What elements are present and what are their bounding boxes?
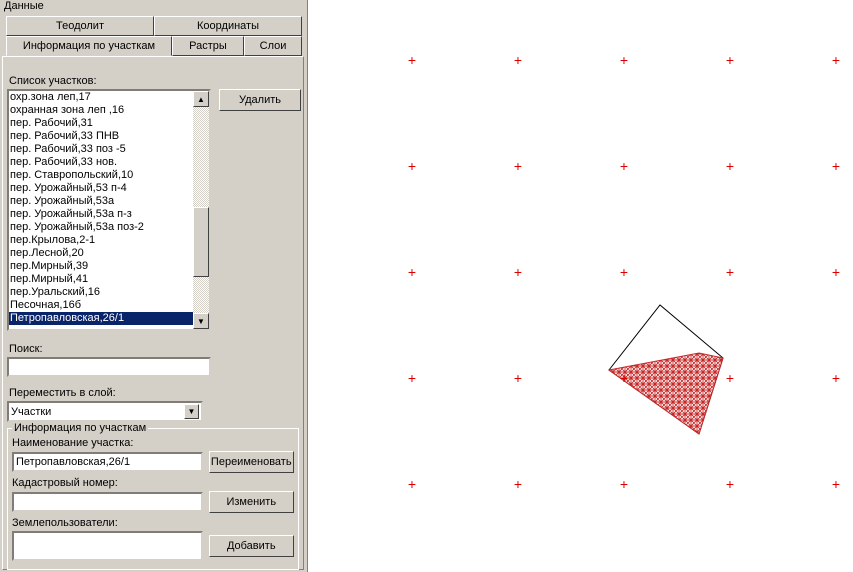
list-item[interactable]: пер. Рабочий,31: [9, 117, 193, 130]
list-item[interactable]: пер.Лесной,20: [9, 247, 193, 260]
list-item[interactable]: пер. Ставропольский,10: [9, 169, 193, 182]
parcel-polygon[interactable]: [595, 300, 727, 440]
rename-button[interactable]: Переименовать: [209, 451, 294, 473]
side-panel: Данные Теодолит Координаты Информация по…: [0, 0, 308, 572]
list-item[interactable]: пер. Урожайный,53 п-4: [9, 182, 193, 195]
tab-bar-top: Теодолит Координаты: [6, 16, 302, 36]
grid-cross-icon: +: [832, 265, 840, 279]
grid-cross-icon: +: [408, 371, 416, 385]
grid-cross-icon: +: [514, 477, 522, 491]
list-item[interactable]: пер.Уральский,16: [9, 286, 193, 299]
parcel-listbox[interactable]: охр.зона леп,17охранная зона леп ,16пер.…: [7, 89, 211, 331]
edit-button[interactable]: Изменить: [209, 491, 294, 513]
grid-cross-icon: +: [514, 159, 522, 173]
list-item[interactable]: пер. Урожайный,53а п-з: [9, 208, 193, 221]
chevron-down-icon: ▼: [184, 404, 199, 419]
grid-cross-icon: +: [832, 371, 840, 385]
grid-cross-icon: +: [832, 159, 840, 173]
map-canvas[interactable]: + + + + + + + + + + + + + + + + + + + + + + + + +: [309, 0, 853, 572]
tab-theodolite[interactable]: Теодолит: [6, 16, 154, 36]
scroll-up-icon[interactable]: ▲: [193, 91, 209, 107]
list-item[interactable]: охр.зона леп,17: [9, 91, 193, 104]
grid-cross-icon: +: [514, 265, 522, 279]
grid-cross-icon: +: [620, 159, 628, 173]
tab-layers[interactable]: Слои: [244, 36, 302, 56]
list-item[interactable]: охранная зона леп ,16: [9, 104, 193, 117]
scroll-down-icon[interactable]: ▼: [193, 313, 209, 329]
list-item[interactable]: пер.Мирный,41: [9, 273, 193, 286]
grid-cross-icon: +: [620, 265, 628, 279]
tab-bar-bottom: Информация по участкам Растры Слои: [6, 36, 302, 56]
tab-coordinates[interactable]: Координаты: [154, 16, 302, 36]
grid-cross-icon: +: [620, 477, 628, 491]
info-legend: Информация по участкам: [12, 422, 148, 434]
landusers-box[interactable]: [12, 531, 203, 561]
grid-cross-icon: +: [726, 53, 734, 67]
search-label: Поиск:: [9, 343, 301, 355]
grid-cross-icon: +: [832, 477, 840, 491]
grid-cross-icon: +: [408, 477, 416, 491]
info-fieldset: Информация по участкам Наименование учас…: [7, 428, 299, 570]
grid-cross-icon: +: [726, 371, 734, 385]
grid-cross-icon: +: [620, 53, 628, 67]
grid-cross-icon: +: [514, 371, 522, 385]
search-input[interactable]: [7, 357, 211, 377]
list-item[interactable]: пер.Мирный,39: [9, 260, 193, 273]
grid-cross-icon: +: [726, 159, 734, 173]
list-item[interactable]: пер. Урожайный,53а: [9, 195, 193, 208]
listbox-scrollbar[interactable]: ▲ ▼: [193, 91, 209, 329]
grid-cross-icon: +: [514, 53, 522, 67]
list-item[interactable]: пер. Рабочий,33 ПНВ: [9, 130, 193, 143]
parcel-list-label: Список участков:: [9, 75, 301, 87]
move-layer-select[interactable]: Участки ▼: [7, 401, 203, 422]
landusers-label: Землепользователи:: [12, 517, 294, 529]
grid-cross-icon: +: [408, 265, 416, 279]
list-item[interactable]: Петропавловская,26/1: [9, 312, 193, 325]
grid-cross-icon: +: [408, 159, 416, 173]
grid-cross-icon: +: [620, 371, 628, 385]
parcel-name-input[interactable]: [12, 452, 203, 472]
scroll-thumb[interactable]: [193, 207, 209, 277]
panel-title: Данные: [4, 0, 44, 12]
delete-button[interactable]: Удалить: [219, 89, 301, 111]
list-item[interactable]: Песочная,16б: [9, 299, 193, 312]
list-item[interactable]: пер. Рабочий,33 поз -5: [9, 143, 193, 156]
tab-rasters[interactable]: Растры: [172, 36, 244, 56]
grid-cross-icon: +: [408, 53, 416, 67]
cadastral-input[interactable]: [12, 492, 203, 512]
grid-cross-icon: +: [832, 53, 840, 67]
list-item[interactable]: пер. Рабочий,33 нов.: [9, 156, 193, 169]
list-item[interactable]: пер.Крылова,2-1: [9, 234, 193, 247]
grid-cross-icon: +: [726, 477, 734, 491]
panel-body: Список участков: охр.зона леп,17охранная…: [2, 56, 304, 570]
grid-cross-icon: +: [726, 265, 734, 279]
move-layer-value: Участки: [11, 406, 51, 418]
parcel-name-label: Наименование участка:: [12, 437, 294, 449]
cadastral-label: Кадастровый номер:: [12, 477, 294, 489]
add-button[interactable]: Добавить: [209, 535, 294, 557]
scroll-track[interactable]: [193, 107, 209, 313]
move-layer-label: Переместить в слой:: [9, 387, 301, 399]
list-item[interactable]: пер. Урожайный,53а поз-2: [9, 221, 193, 234]
tab-parcel-info[interactable]: Информация по участкам: [6, 36, 172, 56]
